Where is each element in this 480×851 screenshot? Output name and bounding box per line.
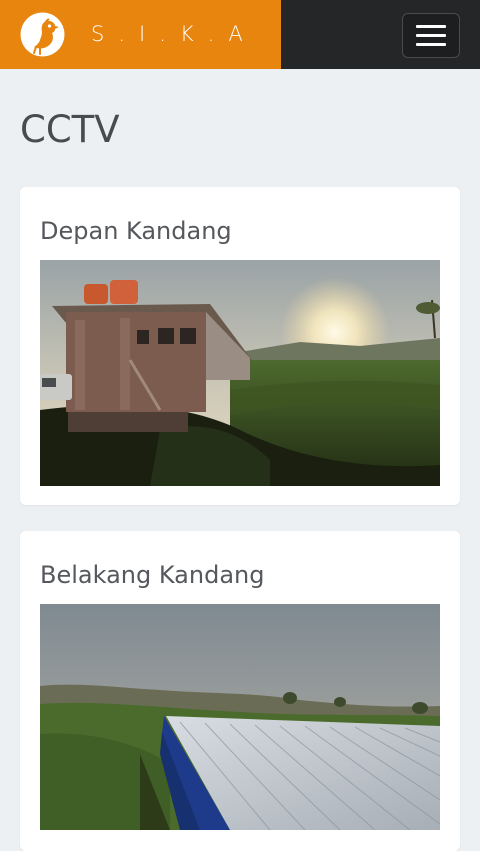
camera-feed-front-image [40, 260, 440, 486]
page-title: CCTV [20, 108, 120, 151]
camera-feed-front[interactable] [40, 260, 440, 486]
top-navbar: S.I.K.A [0, 0, 480, 69]
camera-card-front: Depan Kandang [20, 187, 460, 505]
chicken-logo-icon [20, 12, 65, 57]
hamburger-menu-icon-bar [416, 43, 446, 46]
brand-link[interactable]: S.I.K.A [0, 0, 281, 69]
camera-feed-back[interactable] [40, 604, 440, 830]
camera-feed-back-image [40, 604, 440, 830]
camera-title: Depan Kandang [40, 217, 232, 245]
hamburger-menu-button[interactable] [402, 13, 460, 58]
hamburger-menu-icon-bar [416, 34, 446, 37]
camera-title: Belakang Kandang [40, 561, 265, 589]
hamburger-menu-icon [416, 25, 446, 28]
brand-name: S.I.K.A [91, 22, 257, 46]
camera-card-back: Belakang Kandang [20, 531, 460, 851]
